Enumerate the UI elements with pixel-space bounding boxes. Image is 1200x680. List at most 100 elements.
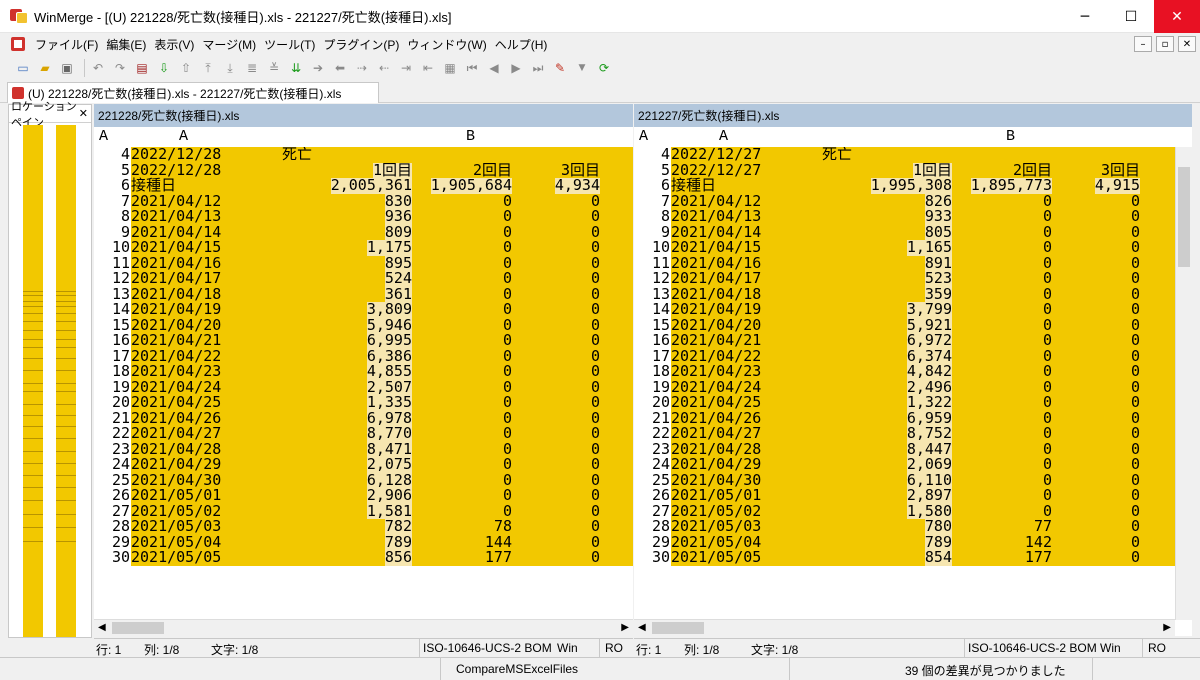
mdi-close-button[interactable]: ✕ xyxy=(1178,36,1196,52)
location-pane-header: ロケーション ペイン ✕ xyxy=(9,100,91,129)
column-header[interactable]: A xyxy=(179,128,188,145)
diff-background xyxy=(777,426,1175,442)
right-next-icon[interactable]: ▶ xyxy=(507,59,525,77)
all-left-icon[interactable]: ⇤ xyxy=(419,59,437,77)
diff-background xyxy=(777,472,1175,488)
options-dropdown-icon[interactable]: ▼ xyxy=(573,59,591,77)
diff-background xyxy=(777,286,1175,302)
dose2-cell[interactable]: 1,895,773 xyxy=(970,177,1052,194)
date-cell[interactable]: 2021/05/05 xyxy=(131,549,237,566)
dose1-cell[interactable]: 854 xyxy=(924,549,952,566)
left-horizontal-scrollbar[interactable]: ◀ ▶ xyxy=(94,619,633,636)
encoding-indicator[interactable]: ISO-10646-UCS-2 BOM xyxy=(968,641,1096,655)
location-pane-close-icon[interactable]: ✕ xyxy=(79,107,88,120)
left-first-icon[interactable]: ⏮ xyxy=(463,59,481,77)
scroll-left-icon[interactable]: ◀ xyxy=(98,622,106,633)
diff-background xyxy=(237,255,633,271)
column-header[interactable]: A xyxy=(719,128,728,145)
right-pane[interactable]: 221227/死亡数(接種日).xls A A B 4 2022/12/27 死亡 5… xyxy=(634,104,1192,636)
column-header[interactable]: A xyxy=(99,128,108,145)
dose2-cell[interactable]: 1,905,684 xyxy=(430,177,512,194)
right-horizontal-scrollbar[interactable]: ◀ ▶ xyxy=(634,619,1175,636)
redo-icon[interactable]: ↷ xyxy=(111,59,129,77)
menu-edit[interactable]: 編集(E) xyxy=(102,36,150,53)
close-button[interactable]: ✕ xyxy=(1154,0,1200,33)
scroll-right-icon[interactable]: ▶ xyxy=(1163,622,1171,633)
filter-icon[interactable]: ▤ xyxy=(133,59,151,77)
column-header[interactable]: B xyxy=(466,128,475,145)
dose1-cell[interactable]: 856 xyxy=(384,549,412,566)
right-grid[interactable]: 42022/12/27死亡52022/12/271回目2回目3回目4回目6接種日… xyxy=(634,147,1175,620)
menu-plugins[interactable]: プラグイン(P) xyxy=(319,36,403,53)
location-bar-left[interactable] xyxy=(23,125,43,637)
location-pane[interactable]: ロケーション ペイン ✕ xyxy=(8,100,92,638)
table-row[interactable]: 302021/05/0585417700 xyxy=(634,549,1175,566)
undo-icon[interactable]: ↶ xyxy=(89,59,107,77)
scroll-right-icon[interactable]: ▶ xyxy=(621,622,629,633)
next-conflict-icon[interactable]: ⇊ xyxy=(287,59,305,77)
tab-strip: (U) 221228/死亡数(接種日).xls - 221227/死亡数(接種日… xyxy=(0,81,1200,103)
right-vertical-scrollbar[interactable] xyxy=(1175,147,1192,620)
maximize-button[interactable]: ☐ xyxy=(1108,0,1154,33)
scroll-thumb[interactable] xyxy=(112,622,164,634)
prev-diff-icon[interactable]: ⇧ xyxy=(177,59,195,77)
column-header[interactable]: A xyxy=(639,128,648,145)
diff-background xyxy=(237,410,633,426)
menu-file[interactable]: ファイル(F) xyxy=(31,36,102,53)
dose2-cell[interactable]: 177 xyxy=(485,549,512,566)
date-cell[interactable]: 2021/05/05 xyxy=(671,549,777,566)
current-diff-icon[interactable]: ≣ xyxy=(243,59,261,77)
copy-left-icon[interactable]: ⬅ xyxy=(331,59,349,77)
dose1-cell[interactable]: 死亡 xyxy=(822,147,852,163)
eol-indicator[interactable]: Win xyxy=(1100,641,1121,655)
eol-indicator[interactable]: Win xyxy=(557,641,578,655)
toolbar: ▭ ▰ ▣ ↶ ↷ ▤ ⇩ ⇧ ⤒ ⤓ ≣ ≚ ⇊ ➔ ⬅ ⇢ ⇠ ⇥ ⇤ ▦ … xyxy=(0,55,1200,81)
scroll-left-icon[interactable]: ◀ xyxy=(638,622,646,633)
menu-window[interactable]: ウィンドウ(W) xyxy=(403,36,490,53)
left-prev-icon[interactable]: ◀ xyxy=(485,59,503,77)
dose2-cell[interactable]: 177 xyxy=(1025,549,1052,566)
readonly-indicator[interactable]: RO xyxy=(605,641,623,655)
column-indicator: 列: 1/8 xyxy=(144,643,180,657)
menu-merge[interactable]: マージ(M) xyxy=(198,36,260,53)
menu-help[interactable]: ヘルプ(H) xyxy=(491,36,552,53)
scroll-thumb[interactable] xyxy=(1178,167,1190,267)
next-diff-icon[interactable]: ⇩ xyxy=(155,59,173,77)
encoding-indicator[interactable]: ISO-10646-UCS-2 BOM xyxy=(423,641,551,655)
first-diff-icon[interactable]: ⤒ xyxy=(199,59,217,77)
diff-background xyxy=(237,364,633,380)
all-right-icon[interactable]: ⇥ xyxy=(397,59,415,77)
copy-right-icon[interactable]: ➔ xyxy=(309,59,327,77)
refresh-icon[interactable]: ⟳ xyxy=(595,59,613,77)
save-icon[interactable]: ▣ xyxy=(58,59,76,77)
options-icon[interactable]: ✎ xyxy=(551,59,569,77)
document-icon[interactable] xyxy=(11,37,25,51)
minimize-button[interactable]: ─ xyxy=(1062,0,1108,33)
copy-left-advance-icon[interactable]: ⇠ xyxy=(375,59,393,77)
dose3-cell[interactable]: 0 xyxy=(1131,549,1140,566)
left-column-header: A A B xyxy=(94,127,633,147)
dose3-cell[interactable]: 0 xyxy=(591,549,600,566)
dose1-cell[interactable]: 死亡 xyxy=(282,147,312,163)
mdi-restore-button[interactable]: ▫ xyxy=(1156,36,1174,52)
diff-background xyxy=(237,472,633,488)
new-icon[interactable]: ▭ xyxy=(14,59,32,77)
copy-right-advance-icon[interactable]: ⇢ xyxy=(353,59,371,77)
location-bar-right[interactable] xyxy=(56,125,76,637)
diff-background xyxy=(777,457,1175,473)
prev-conflict-icon[interactable]: ≚ xyxy=(265,59,283,77)
open-icon[interactable]: ▰ xyxy=(36,59,54,77)
mdi-minimize-button[interactable]: – xyxy=(1134,36,1152,52)
column-header[interactable]: B xyxy=(1006,128,1015,145)
scroll-thumb[interactable] xyxy=(652,622,704,634)
left-pane[interactable]: 221228/死亡数(接種日).xls A A B 4 2022/12/28 死亡 5… xyxy=(94,104,633,636)
last-diff-icon[interactable]: ⤓ xyxy=(221,59,239,77)
diff-count-status: 39 個の差異が見つかりました xyxy=(905,664,1066,678)
readonly-indicator[interactable]: RO xyxy=(1148,641,1166,655)
compare-icon[interactable]: ▦ xyxy=(441,59,459,77)
left-grid[interactable]: 42022/12/28死亡52022/12/281回目2回目3回目4回目6接種日… xyxy=(94,147,633,620)
table-row[interactable]: 302021/05/0585617700 xyxy=(94,549,633,566)
menu-tools[interactable]: ツール(T) xyxy=(260,36,319,53)
right-last-icon[interactable]: ⏭ xyxy=(529,59,547,77)
menu-view[interactable]: 表示(V) xyxy=(150,36,198,53)
